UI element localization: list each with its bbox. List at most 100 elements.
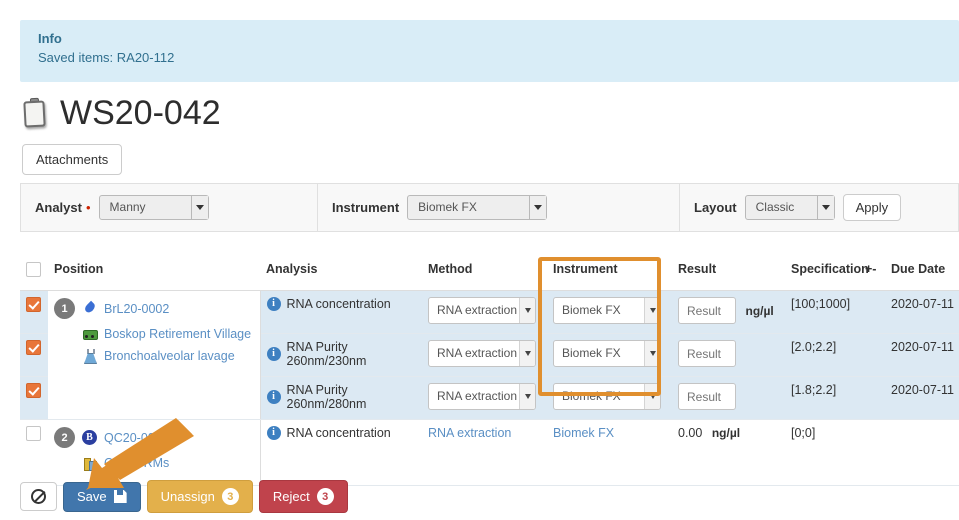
due-date-cell: 2020-07-11 bbox=[885, 291, 959, 334]
due-date-cell bbox=[885, 420, 959, 486]
info-icon[interactable]: i bbox=[267, 390, 281, 404]
sample-line: 2 B QC20-005 bbox=[54, 427, 254, 448]
chevron-down-icon bbox=[529, 196, 546, 219]
specification-cell: [0;0] bbox=[785, 420, 859, 486]
sample-line: 1 BrL20-0002 bbox=[54, 298, 254, 319]
droplet-icon bbox=[82, 301, 97, 316]
info-alert-title: Info bbox=[38, 30, 941, 48]
save-button-label: Save bbox=[77, 490, 107, 504]
result-cell bbox=[672, 377, 785, 420]
row-checkbox[interactable] bbox=[26, 426, 41, 441]
instrument-select-value: Biomek FX bbox=[562, 346, 621, 360]
instrument-select-value: Biomek FX bbox=[562, 303, 621, 317]
result-input[interactable] bbox=[678, 297, 736, 324]
chevron-down-icon bbox=[644, 384, 660, 409]
info-alert-message: Saved items: RA20-112 bbox=[38, 48, 941, 68]
client-line: CDC CRMs bbox=[54, 455, 254, 470]
reject-count-badge: 3 bbox=[317, 488, 334, 505]
analysis-cell: i RNA concentration bbox=[260, 420, 422, 486]
worksheet-table: Position Analysis Method Instrument Resu… bbox=[20, 258, 959, 486]
analyst-select-value: Manny bbox=[110, 200, 146, 214]
worksheet-action-toolbar: Save Unassign 3 Reject 3 bbox=[20, 480, 348, 513]
header-method: Method bbox=[422, 258, 547, 291]
analyst-filter: Analyst • Manny bbox=[21, 184, 318, 231]
instrument-select-value: Biomek FX bbox=[562, 389, 621, 403]
attachments-button[interactable]: Attachments bbox=[22, 144, 122, 175]
instrument-link[interactable]: Biomek FX bbox=[553, 426, 614, 440]
unassign-count-badge: 3 bbox=[222, 488, 239, 505]
instrument-select[interactable]: Biomek FX bbox=[553, 383, 661, 410]
info-icon[interactable]: i bbox=[267, 297, 281, 311]
floppy-disk-icon bbox=[114, 490, 127, 503]
method-select-value: RNA extraction bbox=[437, 303, 517, 317]
method-cell: RNA extraction bbox=[422, 291, 547, 334]
header-position: Position bbox=[48, 258, 260, 291]
method-select[interactable]: RNA extraction bbox=[428, 297, 536, 324]
analysis-name: RNA Purity 260nm/280nm bbox=[287, 383, 417, 411]
select-all-checkbox[interactable] bbox=[26, 262, 41, 277]
method-select[interactable]: RNA extraction bbox=[428, 340, 536, 367]
result-cell: 0.00 ng/µl bbox=[672, 420, 785, 486]
position-badge: 1 bbox=[54, 298, 75, 319]
due-date-cell: 2020-07-11 bbox=[885, 334, 959, 377]
method-link[interactable]: RNA extraction bbox=[428, 426, 511, 440]
worksheet-filter-bar: Analyst • Manny Instrument Biomek FX Lay… bbox=[20, 183, 959, 232]
row-checkbox[interactable] bbox=[26, 383, 41, 398]
instrument-cell: Biomek FX bbox=[547, 377, 672, 420]
result-input[interactable] bbox=[678, 383, 736, 410]
instrument-select[interactable]: Biomek FX bbox=[553, 297, 661, 324]
sample-id-link[interactable]: QC20-005 bbox=[104, 431, 162, 445]
method-cell: RNA extraction bbox=[422, 377, 547, 420]
sample-id-link[interactable]: BrL20-0002 bbox=[104, 302, 169, 316]
instrument-label: Instrument bbox=[332, 200, 399, 215]
client-line: Boskop Retirement Village bbox=[54, 326, 254, 341]
instrument-select-value: Biomek FX bbox=[418, 200, 477, 214]
layout-select[interactable]: Classic bbox=[745, 195, 835, 220]
worksheet-table-wrapper: Position Analysis Method Instrument Resu… bbox=[20, 258, 959, 486]
result-value: 0.00 bbox=[678, 426, 702, 440]
analysis-cell: i RNA Purity 260nm/230nm bbox=[260, 334, 422, 377]
instrument-select[interactable]: Biomek FX bbox=[407, 195, 547, 220]
reject-button[interactable]: Reject 3 bbox=[259, 480, 348, 513]
header-result: Result bbox=[672, 258, 785, 291]
method-select-value: RNA extraction bbox=[437, 346, 517, 360]
row-select-cell bbox=[20, 291, 48, 334]
save-button[interactable]: Save bbox=[63, 482, 141, 512]
row-checkbox[interactable] bbox=[26, 340, 41, 355]
chevron-down-icon bbox=[191, 196, 208, 219]
plus-minus-cell bbox=[859, 420, 885, 486]
header-due-date: Due Date bbox=[885, 258, 959, 291]
instrument-cell: Biomek FX bbox=[547, 291, 672, 334]
no-entry-icon bbox=[31, 489, 46, 504]
client-link[interactable]: Boskop Retirement Village bbox=[104, 327, 251, 341]
client-link[interactable]: CDC CRMs bbox=[104, 456, 169, 470]
info-icon[interactable]: i bbox=[267, 347, 281, 361]
info-alert: Info Saved items: RA20-112 bbox=[20, 20, 959, 82]
result-unit: ng/µl bbox=[745, 304, 773, 318]
info-icon[interactable]: i bbox=[267, 426, 281, 440]
layout-select-value: Classic bbox=[756, 200, 795, 214]
instrument-select[interactable]: Biomek FX bbox=[553, 340, 661, 367]
layout-filter: Layout Classic Apply bbox=[680, 184, 958, 231]
unassign-button[interactable]: Unassign 3 bbox=[147, 480, 253, 513]
method-cell: RNA extraction bbox=[422, 334, 547, 377]
row-checkbox[interactable] bbox=[26, 297, 41, 312]
specification-cell: [1.8;2.2] bbox=[785, 377, 859, 420]
chevron-down-icon bbox=[644, 298, 660, 323]
analyst-select[interactable]: Manny bbox=[99, 195, 209, 220]
chevron-down-icon bbox=[817, 196, 834, 219]
analysis-cell: i RNA Purity 260nm/280nm bbox=[260, 377, 422, 420]
header-specification: Specification bbox=[785, 258, 859, 291]
apply-button[interactable]: Apply bbox=[843, 194, 902, 221]
sample-type-link[interactable]: Bronchoalveolar lavage bbox=[104, 349, 235, 363]
result-cell: ng/µl bbox=[672, 291, 785, 334]
result-input[interactable] bbox=[678, 340, 736, 367]
clear-selection-button[interactable] bbox=[20, 482, 57, 511]
method-select[interactable]: RNA extraction bbox=[428, 383, 536, 410]
due-date-text: 2020-07-11 bbox=[891, 297, 954, 311]
reference-supplier-icon bbox=[82, 455, 97, 470]
instrument-cell: Biomek FX bbox=[547, 334, 672, 377]
due-date-text: 2020-07-11 bbox=[891, 340, 954, 354]
page-header: WS20-042 bbox=[22, 96, 221, 130]
plus-minus-cell bbox=[859, 334, 885, 377]
